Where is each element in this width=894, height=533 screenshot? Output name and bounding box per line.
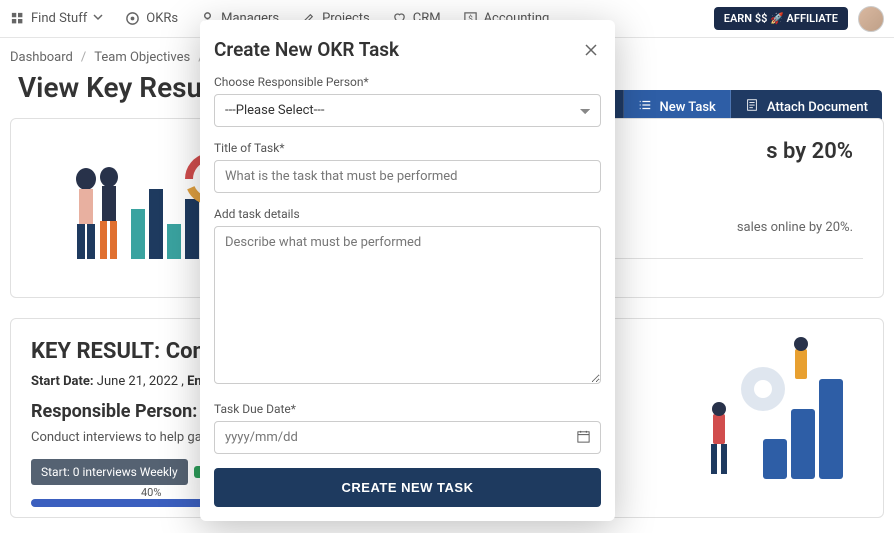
modal-title: Create New OKR Task (214, 38, 399, 61)
task-title-label: Title of Task* (214, 141, 601, 155)
responsible-person-label: Choose Responsible Person* (214, 75, 601, 89)
task-title-input[interactable] (214, 160, 601, 193)
responsible-person-select[interactable]: ---Please Select--- (214, 94, 601, 127)
due-date-label: Task Due Date* (214, 402, 601, 416)
create-task-submit-button[interactable]: CREATE NEW TASK (214, 468, 601, 507)
calendar-icon[interactable] (576, 429, 591, 448)
task-details-label: Add task details (214, 207, 601, 221)
task-details-textarea[interactable] (214, 226, 601, 384)
due-date-input[interactable] (214, 421, 601, 454)
close-icon[interactable] (581, 40, 601, 60)
create-task-modal: Create New OKR Task Choose Responsible P… (200, 20, 615, 521)
